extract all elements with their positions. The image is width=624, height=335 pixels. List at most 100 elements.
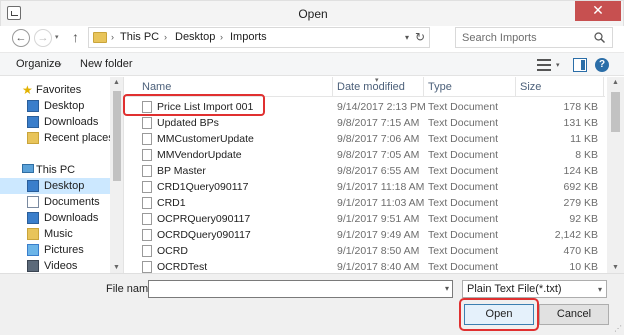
address-bar[interactable]: › This PC › Desktop › Imports ▾ ↻ bbox=[88, 27, 430, 48]
highlight-annotation bbox=[123, 94, 265, 116]
sidebar-item-label: Downloads bbox=[44, 116, 99, 128]
file-type-chevron-icon[interactable]: ▾ bbox=[598, 285, 602, 294]
scroll-down-icon[interactable]: ▼ bbox=[113, 264, 120, 271]
downloads-icon bbox=[27, 212, 39, 224]
sidebar-item-music[interactable]: Music bbox=[0, 226, 110, 242]
file-name: CRD1Query090117 bbox=[157, 181, 249, 193]
sidebar-item-favorites-desktop[interactable]: Desktop bbox=[0, 98, 110, 114]
recent-locations-chevron-icon[interactable]: ▾ bbox=[55, 33, 59, 41]
sidebar-item-videos[interactable]: Videos bbox=[0, 258, 110, 273]
file-date: 9/8/2017 7:05 AM bbox=[337, 149, 420, 161]
file-name: BP Master bbox=[157, 165, 206, 177]
file-type: Text Document bbox=[428, 101, 499, 113]
search-icon[interactable] bbox=[594, 32, 605, 43]
column-divider[interactable] bbox=[515, 77, 516, 97]
organize-chevron-icon[interactable]: ▾ bbox=[58, 61, 62, 69]
column-divider[interactable] bbox=[423, 77, 424, 97]
file-date: 9/1/2017 8:40 AM bbox=[337, 261, 420, 273]
file-row[interactable]: Updated BPs 9/8/2017 7:15 AM Text Docume… bbox=[125, 115, 605, 131]
scroll-up-icon[interactable]: ▲ bbox=[612, 79, 619, 86]
file-row[interactable]: OCRDQuery090117 9/1/2017 9:49 AM Text Do… bbox=[125, 227, 605, 243]
file-row[interactable]: OCRD 9/1/2017 8:50 AM Text Document 470 … bbox=[125, 243, 605, 259]
file-type: Text Document bbox=[428, 229, 499, 241]
column-header-name[interactable]: Name bbox=[142, 81, 171, 93]
file-row[interactable]: MMCustomerUpdate 9/8/2017 7:06 AM Text D… bbox=[125, 131, 605, 147]
column-header-type[interactable]: Type bbox=[428, 81, 452, 93]
back-button[interactable]: ← bbox=[12, 29, 30, 47]
breadcrumb-separator: › bbox=[164, 32, 167, 42]
help-icon[interactable]: ? bbox=[595, 58, 609, 72]
preview-pane-icon[interactable] bbox=[573, 58, 587, 72]
file-row[interactable]: CRD1 9/1/2017 11:03 AM Text Document 279… bbox=[125, 195, 605, 211]
file-row[interactable]: BP Master 9/8/2017 6:55 AM Text Document… bbox=[125, 163, 605, 179]
sidebar-item-desktop[interactable]: Desktop bbox=[0, 178, 110, 194]
scroll-up-icon[interactable]: ▲ bbox=[113, 79, 120, 86]
file-type: Text Document bbox=[428, 133, 499, 145]
search-box[interactable]: Search Imports bbox=[455, 27, 613, 48]
scrollbar-thumb[interactable] bbox=[611, 92, 620, 132]
folder-icon bbox=[93, 32, 107, 43]
file-date: 9/8/2017 7:15 AM bbox=[337, 117, 420, 129]
up-folder-button[interactable]: ↑ bbox=[72, 29, 79, 45]
file-row[interactable]: CRD1Query090117 9/1/2017 11:18 AM Text D… bbox=[125, 179, 605, 195]
file-row[interactable]: MMVendorUpdate 9/8/2017 7:05 AM Text Doc… bbox=[125, 147, 605, 163]
breadcrumb-desktop[interactable]: Desktop bbox=[175, 31, 215, 43]
view-options-chevron-icon[interactable]: ▾ bbox=[556, 61, 560, 69]
file-type: Text Document bbox=[428, 197, 499, 209]
breadcrumb-this-pc[interactable]: This PC bbox=[120, 31, 159, 43]
file-size: 2,142 KB bbox=[554, 229, 598, 241]
file-name-dropdown-chevron-icon[interactable]: ▾ bbox=[445, 284, 449, 293]
new-folder-button[interactable]: New folder bbox=[80, 58, 133, 70]
organize-menu-button[interactable]: Organize bbox=[16, 58, 61, 70]
file-date: 9/1/2017 11:03 AM bbox=[337, 197, 425, 209]
file-date: 9/1/2017 9:51 AM bbox=[337, 213, 420, 225]
recent-places-icon bbox=[27, 132, 39, 144]
file-size: 92 KB bbox=[569, 213, 598, 225]
breadcrumb-imports[interactable]: Imports bbox=[230, 31, 267, 43]
file-type-select[interactable]: Plain Text File(*.txt) ▾ bbox=[462, 280, 607, 298]
sidebar-group-label: This PC bbox=[36, 164, 76, 176]
navigation-pane-scrollbar[interactable]: ▲ ▼ bbox=[110, 77, 123, 273]
sidebar-item-recent-places[interactable]: Recent places bbox=[0, 130, 114, 146]
sidebar-item-label: Desktop bbox=[44, 180, 85, 192]
file-date: 9/1/2017 11:18 AM bbox=[337, 181, 425, 193]
file-type: Text Document bbox=[428, 117, 499, 129]
close-button[interactable]: ✕ bbox=[575, 1, 621, 21]
file-row[interactable]: OCRDTest 9/1/2017 8:40 AM Text Document … bbox=[125, 259, 605, 273]
text-file-icon bbox=[142, 149, 152, 161]
column-divider[interactable] bbox=[603, 77, 604, 97]
file-list-scrollbar[interactable]: ▲ ▼ bbox=[607, 77, 624, 273]
file-name-input[interactable]: ▾ bbox=[148, 280, 453, 298]
address-dropdown-chevron-icon[interactable]: ▾ bbox=[405, 33, 409, 42]
file-row[interactable]: OCPRQuery090117 9/1/2017 9:51 AM Text Do… bbox=[125, 211, 605, 227]
pictures-icon bbox=[27, 244, 39, 256]
column-divider[interactable] bbox=[332, 77, 333, 97]
file-name: OCRDTest bbox=[157, 261, 208, 273]
title-bar: Open ✕ bbox=[0, 0, 624, 26]
file-name: MMCustomerUpdate bbox=[157, 133, 254, 145]
file-type: Text Document bbox=[428, 165, 499, 177]
file-size: 124 KB bbox=[563, 165, 598, 177]
sidebar-item-downloads[interactable]: Downloads bbox=[0, 210, 110, 226]
sidebar-group-this-pc[interactable]: This PC bbox=[0, 162, 110, 178]
navigation-bar: ← → ▾ ↑ › This PC › Desktop › Imports ▾ … bbox=[0, 26, 624, 50]
sidebar-group-favorites[interactable]: ★ Favorites bbox=[0, 82, 110, 98]
file-date: 9/14/2017 2:13 PM bbox=[337, 101, 426, 113]
cancel-button[interactable]: Cancel bbox=[539, 304, 609, 325]
resize-grip-icon[interactable]: ⋰ bbox=[614, 324, 622, 333]
sidebar-item-pictures[interactable]: Pictures bbox=[0, 242, 110, 258]
sidebar-item-favorites-downloads[interactable]: Downloads bbox=[0, 114, 110, 130]
file-date: 9/1/2017 8:50 AM bbox=[337, 245, 420, 257]
forward-button[interactable]: → bbox=[34, 29, 52, 47]
search-input[interactable]: Search Imports bbox=[462, 32, 537, 44]
column-header-date-modified[interactable]: Date modified bbox=[337, 81, 405, 93]
file-type: Text Document bbox=[428, 181, 499, 193]
sidebar-item-documents[interactable]: Documents bbox=[0, 194, 110, 210]
scroll-down-icon[interactable]: ▼ bbox=[612, 264, 619, 271]
file-name: Updated BPs bbox=[157, 117, 219, 129]
file-size: 10 KB bbox=[569, 261, 598, 273]
column-header-size[interactable]: Size bbox=[520, 81, 541, 93]
view-options-icon[interactable] bbox=[537, 59, 551, 71]
scrollbar-thumb[interactable] bbox=[113, 91, 121, 181]
refresh-icon[interactable]: ↻ bbox=[415, 30, 425, 44]
